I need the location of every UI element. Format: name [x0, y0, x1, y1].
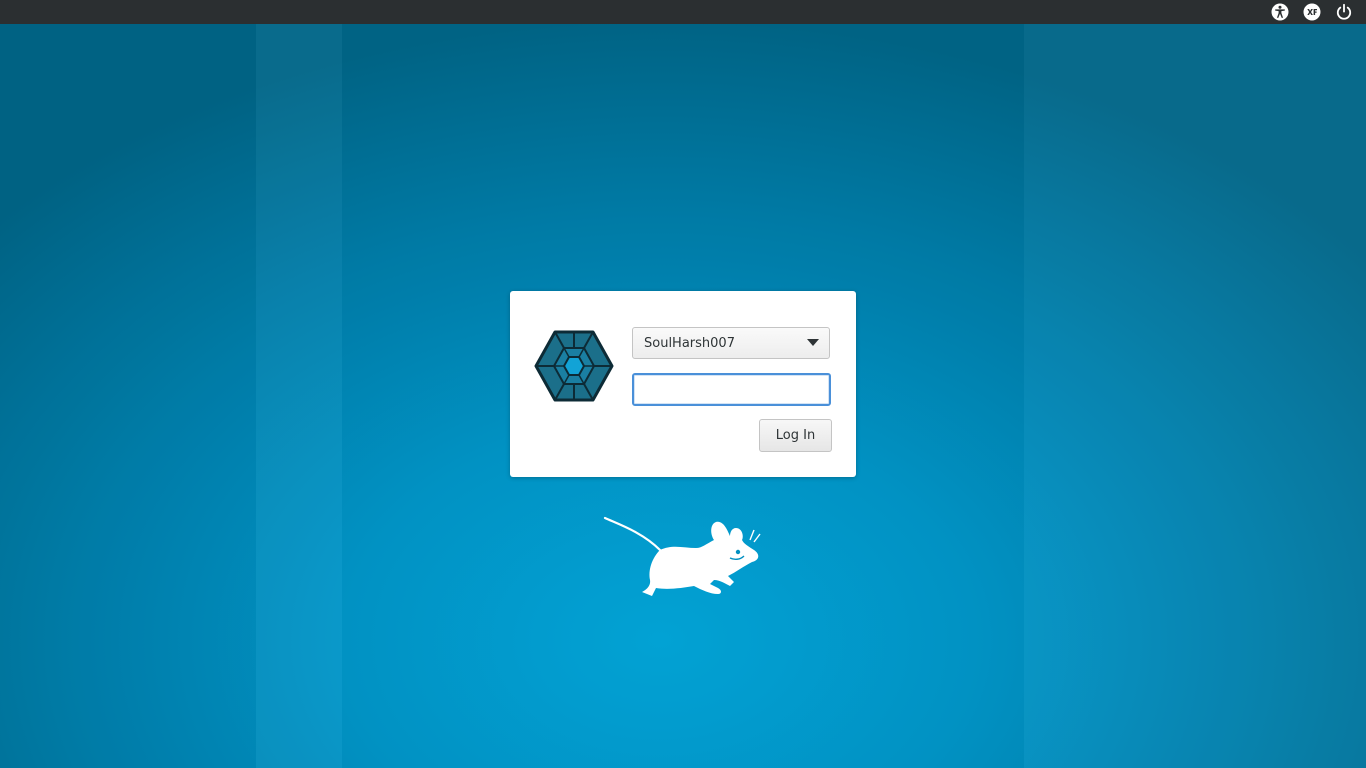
login-card: SoulHarsh007 Log In: [510, 291, 856, 477]
accessibility-indicator[interactable]: [1264, 0, 1296, 24]
accessibility-icon: [1271, 3, 1289, 21]
background-band: [0, 24, 256, 768]
user-avatar-icon: [534, 330, 614, 402]
background-band: [256, 24, 342, 768]
xfce-mouse-logo: [603, 516, 761, 596]
power-indicator[interactable]: [1328, 0, 1360, 24]
password-input[interactable]: [632, 373, 831, 406]
xfce-icon: [1303, 3, 1321, 21]
login-screen: SoulHarsh007 Log In: [0, 0, 1366, 768]
top-panel: [0, 0, 1366, 24]
user-select-dropdown[interactable]: SoulHarsh007: [632, 327, 830, 359]
login-button[interactable]: Log In: [759, 419, 832, 452]
background-band: [1024, 24, 1366, 768]
selected-user-name: SoulHarsh007: [644, 335, 735, 351]
session-indicator[interactable]: [1296, 0, 1328, 24]
power-icon: [1336, 3, 1352, 20]
dropdown-arrow-icon: [807, 339, 819, 346]
